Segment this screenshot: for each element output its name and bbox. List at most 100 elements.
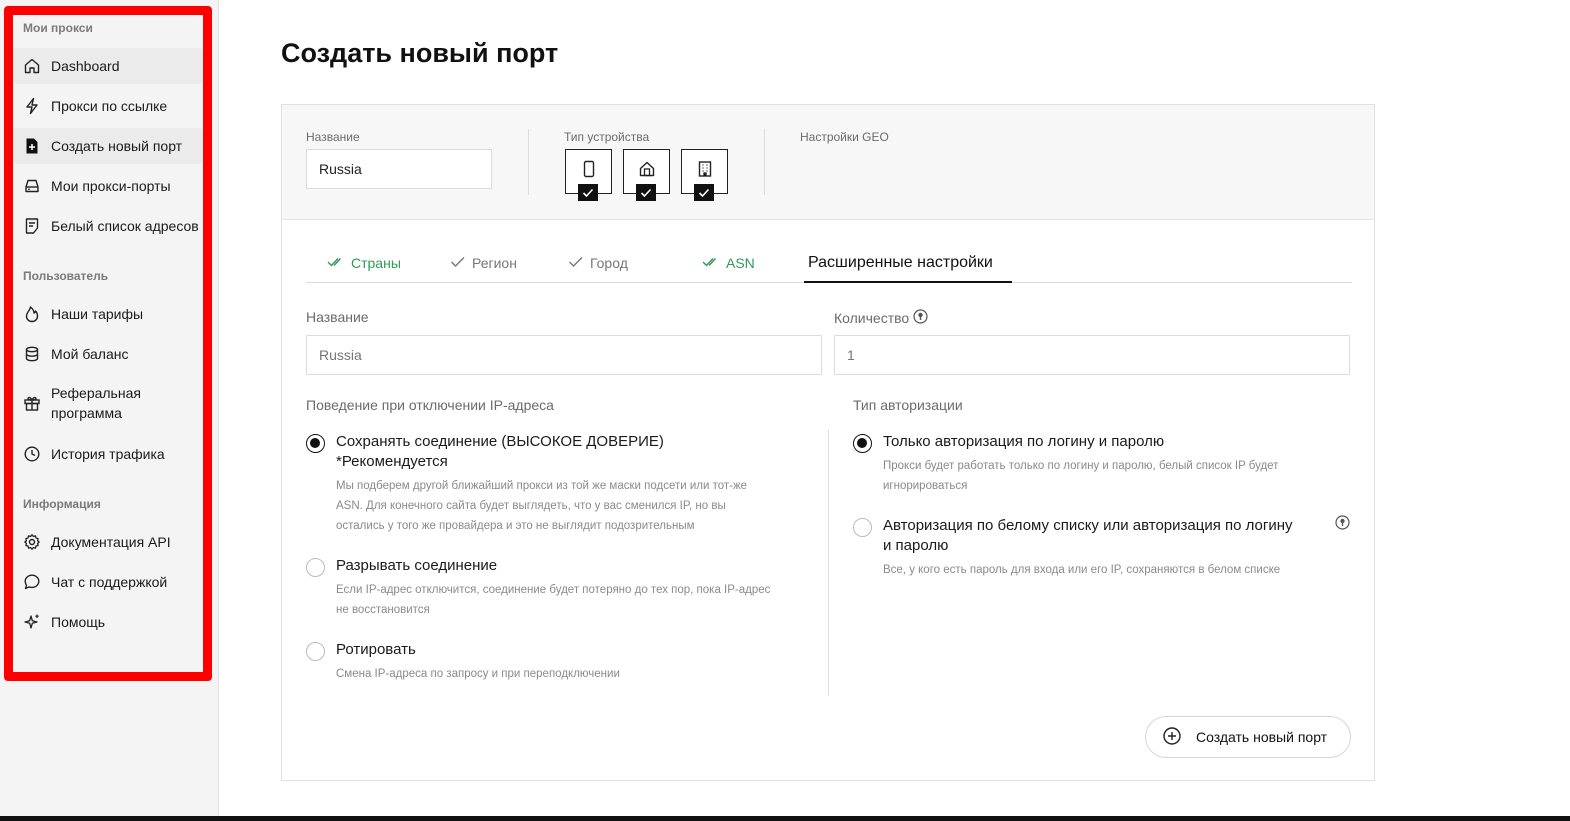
- device-datacenter-toggle[interactable]: [681, 149, 728, 201]
- tab-region[interactable]: Регион: [450, 255, 517, 271]
- tab-asn[interactable]: ASN: [702, 255, 755, 271]
- option-rotate-title: Ротировать: [336, 641, 416, 658]
- sidebar-item-help[interactable]: Помощь: [13, 604, 203, 640]
- quantity-label: Количество: [834, 310, 910, 326]
- sidebar-item-label: Документация API: [51, 534, 171, 550]
- radio-keep-connection[interactable]: [306, 434, 325, 453]
- sidebar-item-create-port[interactable]: Создать новый порт: [13, 128, 203, 164]
- divider: [528, 129, 529, 195]
- option-keep-connection-desc: Мы подберем другой ближайший прокси из т…: [336, 480, 748, 532]
- option-rotate-desc: Смена IP-адреса по запросу и при перепод…: [336, 668, 620, 680]
- sidebar-item-label: Наши тарифы: [51, 306, 144, 322]
- create-port-card: Название Russia Тип устройства Настройки…: [281, 104, 1375, 781]
- top-name-input[interactable]: Russia: [306, 149, 492, 189]
- sidebar-item-proxy-by-link[interactable]: Прокси по ссылке: [13, 88, 203, 124]
- divider: [828, 430, 829, 696]
- sidebar-item-label: Мои прокси-порты: [51, 178, 171, 194]
- option-drop-connection-desc: Если IP-адрес отключится, соединение буд…: [336, 584, 771, 616]
- device-residential-toggle[interactable]: [623, 149, 670, 201]
- sidebar-item-tariffs[interactable]: Наши тарифы: [13, 296, 203, 332]
- sidebar-item-referral[interactable]: Реферальная программа: [13, 378, 203, 428]
- sidebar-item-support-chat[interactable]: Чат с поддержкой: [13, 564, 203, 600]
- tab-label: ASN: [726, 255, 755, 271]
- sidebar-item-dashboard[interactable]: Dashboard: [13, 48, 203, 84]
- name-input[interactable]: [306, 335, 822, 375]
- plus-circle-icon: [1162, 726, 1182, 749]
- home-icon: [23, 57, 41, 75]
- option-whitelist-or-login-desc: Все, у кого есть пароль для входа или ег…: [883, 564, 1281, 576]
- mobile-icon: [582, 160, 596, 183]
- option-drop-connection-title: Разрывать соединение: [336, 557, 498, 574]
- disconnect-behaviour-label: Поведение при отключении IP-адреса: [306, 397, 554, 413]
- geo-settings-label: Настройки GEO: [800, 130, 889, 144]
- divider: [764, 129, 765, 195]
- file-plus-icon: [23, 137, 41, 155]
- quantity-label-row: Количество: [834, 309, 928, 327]
- top-name-label: Название: [306, 130, 360, 144]
- checkbox-checked-icon: [694, 184, 714, 201]
- tab-label: Город: [590, 255, 628, 271]
- bottom-border: [0, 816, 1570, 821]
- gift-icon: [23, 394, 41, 412]
- flame-icon: [23, 305, 41, 323]
- check-icon: [568, 255, 584, 271]
- tab-advanced-settings[interactable]: Расширенные настройки: [808, 254, 993, 272]
- page-title: Создать новый порт: [281, 38, 559, 68]
- device-type-label: Тип устройства: [564, 130, 650, 144]
- radio-whitelist-or-login[interactable]: [853, 518, 872, 537]
- radio-rotate[interactable]: [306, 642, 325, 661]
- sidebar-item-label: Белый список адресов: [51, 218, 199, 234]
- name-label: Название: [306, 309, 369, 325]
- check-icon: [450, 255, 466, 271]
- clock-icon: [23, 445, 41, 463]
- app-root: Мои прокси Dashboard Прокси по ссылке Со…: [0, 0, 1570, 821]
- quantity-input[interactable]: [834, 335, 1350, 375]
- sidebar-item-my-ports[interactable]: Мои прокси-порты: [13, 168, 203, 204]
- create-port-button-label: Создать новый порт: [1196, 729, 1328, 745]
- sidebar-item-api-docs[interactable]: Документация API: [13, 524, 203, 560]
- sidebar: Мои прокси Dashboard Прокси по ссылке Со…: [0, 0, 219, 821]
- sidebar-item-balance[interactable]: Мой баланс: [13, 336, 203, 372]
- option-whitelist-or-login-title: Авторизация по белому списку или авториз…: [883, 517, 1293, 554]
- chat-icon: [23, 573, 41, 591]
- double-check-icon: [702, 255, 720, 271]
- info-icon[interactable]: [913, 309, 928, 327]
- coins-icon: [23, 345, 41, 363]
- sidebar-section-info: Информация: [23, 497, 101, 511]
- device-mobile-toggle[interactable]: [565, 149, 612, 201]
- list-doc-icon: [23, 217, 41, 235]
- create-port-button[interactable]: Создать новый порт: [1145, 716, 1351, 758]
- tab-countries[interactable]: Страны: [327, 255, 401, 271]
- option-keep-connection-title: Сохранять соединение (ВЫСОКОЕ ДОВЕРИЕ) *…: [336, 433, 664, 470]
- sidebar-section-my-proxies: Мои прокси: [23, 21, 93, 35]
- house-icon: [638, 160, 656, 183]
- sidebar-item-label: Помощь: [51, 614, 106, 630]
- radio-drop-connection[interactable]: [306, 558, 325, 577]
- checkbox-checked-icon: [578, 184, 598, 201]
- option-login-password-title: Только авторизация по логину и паролю: [883, 433, 1165, 450]
- sidebar-item-label: Мой баланс: [51, 346, 129, 362]
- tab-label: Расширенные настройки: [808, 254, 993, 271]
- sidebar-item-label: Прокси по ссылке: [51, 98, 168, 114]
- sidebar-item-label: История трафика: [51, 446, 165, 462]
- sidebar-item-whitelist[interactable]: Белый список адресов: [13, 208, 203, 244]
- sidebar-item-label: Чат с поддержкой: [51, 574, 168, 590]
- tab-city[interactable]: Город: [568, 255, 628, 271]
- top-settings: Название Russia Тип устройства Настройки…: [282, 105, 1374, 220]
- tab-label: Регион: [472, 255, 517, 271]
- option-login-password-desc: Прокси будет работать только по логину и…: [883, 460, 1279, 492]
- sparkle-icon: [23, 613, 41, 631]
- checkbox-checked-icon: [636, 184, 656, 201]
- tab-label: Страны: [351, 255, 401, 271]
- sidebar-item-label: Dashboard: [51, 58, 120, 74]
- sidebar-item-label: Реферальная программа: [51, 385, 141, 421]
- radio-login-password-only[interactable]: [853, 434, 872, 453]
- double-check-icon: [327, 255, 345, 271]
- sidebar-item-label: Создать новый порт: [51, 138, 183, 154]
- info-icon[interactable]: [1335, 515, 1350, 530]
- active-tab-indicator: [804, 281, 1012, 283]
- sidebar-section-user: Пользователь: [23, 269, 109, 283]
- sidebar-item-traffic-history[interactable]: История трафика: [13, 436, 203, 472]
- server-icon: [23, 177, 41, 195]
- lightning-icon: [23, 97, 41, 115]
